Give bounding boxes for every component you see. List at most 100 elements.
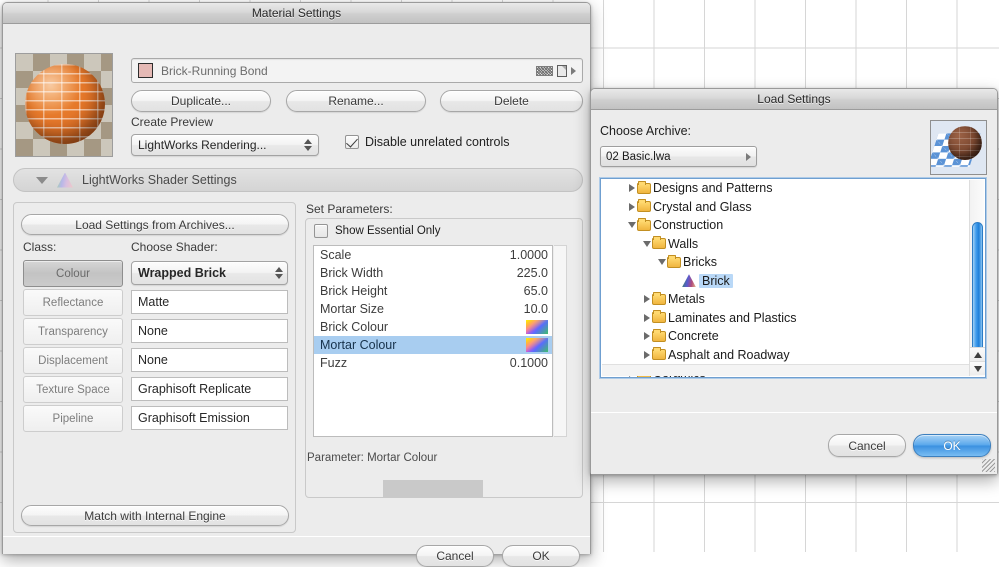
document-icon[interactable] (557, 64, 567, 77)
tree-vertical-scrollbar[interactable] (969, 180, 985, 376)
shader-value: Graphisoft Emission (138, 411, 250, 425)
shader-field-transparency[interactable]: None (131, 319, 288, 343)
scroll-up-button[interactable] (970, 347, 985, 361)
match-with-internal-engine-button[interactable]: Match with Internal Engine (21, 505, 289, 526)
create-preview-label: Create Preview (131, 115, 214, 129)
twisty-right-icon[interactable] (641, 295, 652, 304)
footer-divider (3, 536, 590, 537)
colour-swatch-icon[interactable] (526, 338, 548, 352)
rendering-engine-popup[interactable]: LightWorks Rendering... (131, 134, 319, 156)
parameter-row[interactable]: Brick Height 65.0 (314, 282, 552, 300)
archive-popup-menu[interactable]: 02 Basic.lwa (600, 146, 757, 167)
shader-settings-title: LightWorks Shader Settings (82, 173, 237, 187)
resize-grip-icon[interactable] (982, 459, 995, 472)
load-cancel-button[interactable]: Cancel (828, 434, 906, 457)
class-button-colour[interactable]: Colour (23, 260, 123, 287)
archive-tree-view[interactable]: Designs and Patterns Crystal and Glass Con… (600, 178, 986, 378)
class-button-reflectance[interactable]: Reflectance (23, 289, 123, 316)
parameter-color-well[interactable] (383, 480, 483, 498)
tree-item-brick[interactable]: Brick (601, 272, 985, 291)
parameter-row[interactable]: Scale 1.0000 (314, 246, 552, 264)
disable-unrelated-checkbox[interactable] (345, 135, 359, 149)
rename-button[interactable]: Rename... (286, 90, 426, 112)
shader-value: None (138, 324, 168, 338)
arrow-up-icon (275, 267, 283, 272)
material-preview-thumbnail[interactable] (15, 53, 113, 157)
triangle-down-icon[interactable] (36, 176, 48, 184)
tree-item-label: Laminates and Plastics (668, 310, 797, 325)
tree-item-metals[interactable]: Metals (601, 290, 985, 309)
tree-item-construction[interactable]: Construction (601, 216, 985, 235)
twisty-right-icon[interactable] (626, 202, 637, 211)
parameter-row[interactable]: Brick Width 225.0 (314, 264, 552, 282)
disable-unrelated-controls-row[interactable]: Disable unrelated controls (345, 135, 510, 149)
load-ok-button[interactable]: OK (913, 434, 991, 457)
twisty-right-icon[interactable] (641, 332, 652, 341)
parameter-value: 10.0 (523, 302, 548, 316)
scroll-down-button[interactable] (970, 361, 985, 375)
folder-icon (637, 180, 651, 194)
chevron-right-icon[interactable] (571, 66, 576, 75)
duplicate-button[interactable]: Duplicate... (131, 90, 271, 112)
tree-item-concrete[interactable]: Concrete (601, 327, 985, 346)
twisty-right-icon[interactable] (641, 313, 652, 322)
twisty-down-icon[interactable] (641, 240, 652, 247)
class-button-pipeline[interactable]: Pipeline (23, 405, 123, 432)
texture-pattern-icon[interactable] (536, 65, 553, 76)
parameter-row[interactable]: Mortar Colour (314, 336, 552, 354)
shader-value: None (138, 353, 168, 367)
folder-icon (652, 328, 666, 342)
parameter-list[interactable]: Scale 1.0000 Brick Width 225.0 Brick Height 6… (313, 245, 553, 437)
arrow-up-icon (304, 139, 312, 144)
tree-item-label: Designs and Patterns (653, 181, 773, 196)
load-settings-title: Load Settings (757, 92, 831, 106)
material-ok-button[interactable]: OK (502, 545, 580, 567)
folder-icon (652, 347, 666, 361)
shader-value: Wrapped Brick (138, 266, 226, 280)
shader-field-displacement[interactable]: None (131, 348, 288, 372)
colour-swatch-icon[interactable] (526, 320, 548, 334)
scrollbar-thumb[interactable] (972, 222, 983, 352)
twisty-right-icon[interactable] (641, 350, 652, 359)
material-settings-window: Material Settings Brick-Running Bond Dup… (2, 2, 591, 567)
tree-item-label: Concrete (668, 329, 719, 344)
stepper-arrows-icon (275, 267, 283, 279)
parameter-value: 225.0 (516, 266, 548, 280)
tree-item-crystal-and-glass[interactable]: Crystal and Glass (601, 198, 985, 217)
shader-field-texture-space[interactable]: Graphisoft Replicate (131, 377, 288, 401)
twisty-down-icon[interactable] (656, 259, 667, 266)
parameter-row[interactable]: Fuzz 0.1000 (314, 354, 552, 372)
class-button-texture-space[interactable]: Texture Space (23, 376, 123, 403)
material-cancel-button[interactable]: Cancel (416, 545, 494, 567)
tree-horizontal-scrollbar[interactable] (602, 364, 969, 376)
tree-item-laminates-and-plastics[interactable]: Laminates and Plastics (601, 309, 985, 328)
delete-button[interactable]: Delete (440, 90, 583, 112)
class-button-transparency[interactable]: Transparency (23, 318, 123, 345)
material-name-field-icons (536, 64, 576, 77)
material-settings-titlebar[interactable]: Material Settings (3, 3, 590, 24)
tree-item-walls[interactable]: Walls (601, 235, 985, 254)
load-settings-titlebar[interactable]: Load Settings (591, 89, 997, 110)
tree-item-label: Crystal and Glass (653, 199, 752, 214)
tree-item-asphalt-and-roadway[interactable]: Asphalt and Roadway (601, 346, 985, 365)
show-essential-only-row[interactable]: Show Essential Only (314, 224, 440, 238)
parameter-row[interactable]: Mortar Size 10.0 (314, 300, 552, 318)
shader-settings-disclosure-bar[interactable]: LightWorks Shader Settings (13, 168, 583, 192)
shader-field-pipeline[interactable]: Graphisoft Emission (131, 406, 288, 430)
shader-prism-icon (682, 274, 696, 288)
show-essential-only-checkbox[interactable] (314, 224, 328, 238)
parameter-row[interactable]: Brick Colour (314, 318, 552, 336)
tree-item-bricks[interactable]: Bricks (601, 253, 985, 272)
tree-item-designs-and-patterns[interactable]: Designs and Patterns (601, 179, 985, 198)
load-settings-from-archives-button[interactable]: Load Settings from Archives... (21, 214, 289, 235)
parameter-list-scrollbar[interactable] (554, 245, 567, 437)
class-button-displacement[interactable]: Displacement (23, 347, 123, 374)
shader-value: Matte (138, 295, 170, 309)
twisty-down-icon[interactable] (626, 222, 637, 229)
archive-value: 02 Basic.lwa (606, 150, 671, 163)
shader-field-reflectance[interactable]: Matte (131, 290, 288, 314)
material-name-field[interactable]: Brick-Running Bond (131, 58, 583, 83)
show-essential-only-label: Show Essential Only (335, 225, 441, 237)
shader-field-colour[interactable]: Wrapped Brick (131, 261, 288, 285)
twisty-right-icon[interactable] (626, 184, 637, 193)
